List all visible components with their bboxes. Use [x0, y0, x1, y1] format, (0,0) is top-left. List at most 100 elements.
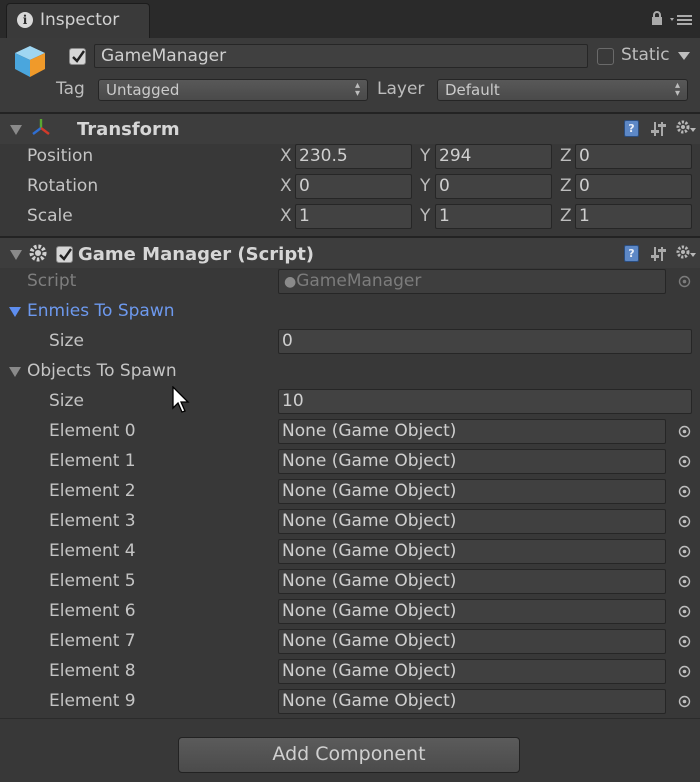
tag-value: Untagged	[106, 81, 180, 99]
rotation-label: Rotation	[27, 176, 99, 196]
element-label: Element 7	[49, 631, 136, 651]
enemies-to-spawn-label[interactable]: Enmies To Spawn	[27, 301, 175, 321]
position-x-field[interactable]: 230.5	[295, 144, 412, 169]
layer-dropdown[interactable]: Default ▴ ▾	[437, 79, 688, 101]
element-label: Element 4	[49, 541, 136, 561]
element-label: Element 1	[49, 451, 136, 471]
static-checkbox[interactable]	[597, 48, 614, 65]
element-label: Element 5	[49, 571, 136, 591]
script-enabled-checkbox[interactable]	[56, 246, 73, 263]
objects-size-field[interactable]: 10	[278, 389, 692, 414]
scale-x-label[interactable]: X	[280, 206, 292, 226]
tab-inspector-label: Inspector	[40, 10, 120, 30]
enemies-foldout-arrow-icon[interactable]	[9, 307, 21, 317]
info-icon: i	[17, 12, 33, 28]
position-y-field[interactable]: 294	[435, 144, 552, 169]
foldout-arrow-icon[interactable]	[10, 125, 22, 135]
help-book-icon[interactable]: ?	[624, 120, 639, 137]
updown-icon: ▴ ▾	[354, 80, 360, 99]
rotation-z-field[interactable]: 0	[575, 174, 692, 199]
preset-sliders-icon[interactable]	[651, 121, 667, 137]
element-label: Element 9	[49, 691, 136, 711]
element-object-field[interactable]: None (Game Object)	[278, 539, 666, 564]
script-reference-value: GameManager	[296, 271, 422, 291]
foldout-arrow-icon[interactable]	[10, 250, 22, 260]
object-picker-icon[interactable]	[678, 515, 691, 528]
transform-title: Transform	[77, 119, 180, 140]
script-label: Script	[27, 271, 77, 291]
script-gear-icon	[29, 244, 47, 262]
gear-icon[interactable]	[676, 244, 696, 260]
element-object-field[interactable]: None (Game Object)	[278, 449, 666, 474]
scale-y-field[interactable]: 1	[435, 204, 552, 229]
context-menu-icon[interactable]	[670, 13, 694, 27]
position-z-label[interactable]: Z	[560, 146, 572, 166]
static-label: Static	[621, 45, 670, 65]
position-z-field[interactable]: 0	[575, 144, 692, 169]
rotation-z-label[interactable]: Z	[560, 176, 572, 196]
scale-z-field[interactable]: 1	[575, 204, 692, 229]
object-name-field[interactable]: GameManager	[94, 44, 588, 68]
divider	[0, 718, 700, 719]
scale-z-label[interactable]: Z	[560, 206, 572, 226]
rotation-y-label[interactable]: Y	[420, 176, 430, 196]
element-label: Element 0	[49, 421, 136, 441]
position-label: Position	[27, 146, 94, 166]
element-object-field[interactable]: None (Game Object)	[278, 479, 666, 504]
active-checkbox[interactable]	[69, 48, 86, 65]
scale-x-field[interactable]: 1	[295, 204, 412, 229]
element-object-field[interactable]: None (Game Object)	[278, 569, 666, 594]
element-label: Element 8	[49, 661, 136, 681]
position-x-label[interactable]: X	[280, 146, 292, 166]
static-dropdown-icon[interactable]	[678, 52, 690, 60]
object-picker-icon[interactable]	[678, 575, 691, 588]
script-reference-field: ●GameManager	[278, 269, 666, 294]
object-picker-icon[interactable]	[678, 425, 691, 438]
preset-sliders-icon[interactable]	[651, 246, 667, 262]
object-picker-icon[interactable]	[678, 485, 691, 498]
transform-axes-icon	[32, 119, 50, 135]
element-object-field[interactable]: None (Game Object)	[278, 689, 666, 714]
mouse-cursor-icon	[172, 386, 190, 413]
element-label: Element 2	[49, 481, 136, 501]
tab-bar: i Inspector	[0, 0, 700, 38]
layer-value: Default	[445, 81, 500, 99]
element-object-field[interactable]: None (Game Object)	[278, 599, 666, 624]
rotation-y-field[interactable]: 0	[435, 174, 552, 199]
updown-icon: ▴ ▾	[674, 80, 680, 99]
help-book-icon[interactable]: ?	[624, 245, 639, 262]
object-picker-icon[interactable]	[678, 605, 691, 618]
objects-size-label: Size	[49, 391, 84, 411]
object-picker-icon	[678, 275, 691, 288]
lock-icon[interactable]	[651, 11, 663, 25]
element-label: Element 3	[49, 511, 136, 531]
gear-icon[interactable]	[676, 119, 696, 135]
position-y-label[interactable]: Y	[420, 146, 430, 166]
objects-to-spawn-label[interactable]: Objects To Spawn	[27, 361, 177, 381]
scale-label: Scale	[27, 206, 73, 226]
tag-label: Tag	[56, 79, 85, 99]
script-asset-icon: ●	[284, 274, 297, 290]
add-component-button[interactable]: Add Component	[178, 737, 520, 773]
object-picker-icon[interactable]	[678, 635, 691, 648]
tag-dropdown[interactable]: Untagged ▴ ▾	[98, 79, 368, 101]
script-component-title: Game Manager (Script)	[78, 244, 315, 265]
objects-foldout-arrow-icon[interactable]	[9, 367, 21, 377]
enemies-size-field[interactable]: 0	[278, 329, 692, 354]
element-object-field[interactable]: None (Game Object)	[278, 659, 666, 684]
object-picker-icon[interactable]	[678, 665, 691, 678]
enemies-size-label: Size	[49, 331, 84, 351]
element-object-field[interactable]: None (Game Object)	[278, 509, 666, 534]
rotation-x-label[interactable]: X	[280, 176, 292, 196]
tab-inspector[interactable]: i Inspector	[6, 3, 150, 38]
element-label: Element 6	[49, 601, 136, 621]
gameobject-cube-icon	[15, 46, 45, 77]
object-picker-icon[interactable]	[678, 455, 691, 468]
layer-label: Layer	[377, 79, 425, 99]
object-picker-icon[interactable]	[678, 545, 691, 558]
object-picker-icon[interactable]	[678, 695, 691, 708]
element-object-field[interactable]: None (Game Object)	[278, 419, 666, 444]
rotation-x-field[interactable]: 0	[295, 174, 412, 199]
element-object-field[interactable]: None (Game Object)	[278, 629, 666, 654]
scale-y-label[interactable]: Y	[420, 206, 430, 226]
